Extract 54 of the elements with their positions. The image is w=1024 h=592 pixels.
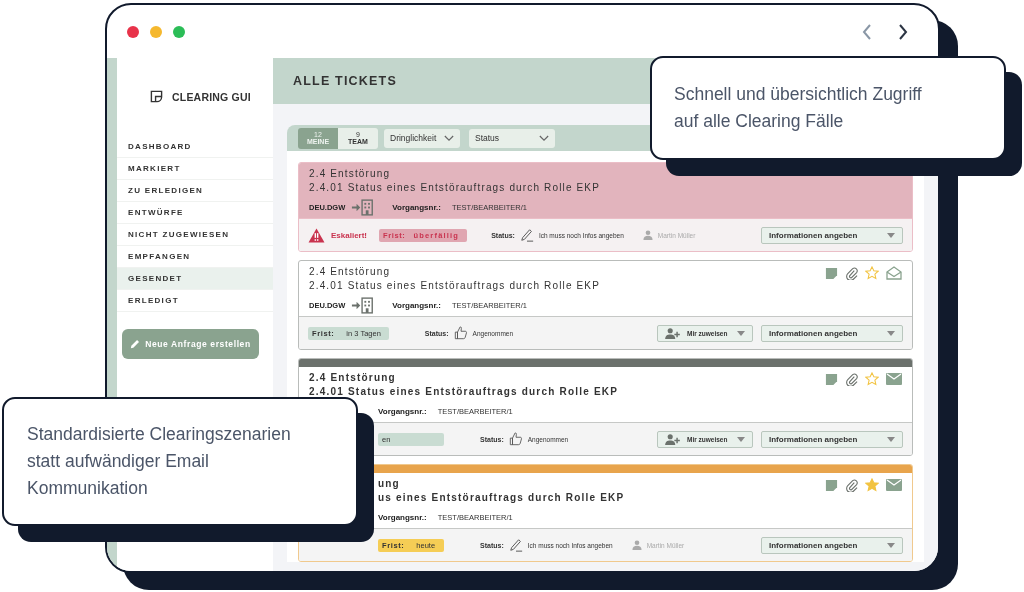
add-person-icon (665, 327, 680, 339)
logo-icon (150, 90, 163, 103)
caret-icon (887, 542, 895, 548)
ticket-card[interactable] (298, 162, 913, 252)
chevron-icon (539, 134, 549, 142)
action-dropdown[interactable]: Informationen angeben (761, 226, 903, 244)
caret-icon (887, 330, 895, 336)
thumbs-up-icon (508, 432, 523, 446)
paperclip-icon (845, 266, 858, 280)
person-icon (642, 230, 653, 240)
window-close-button[interactable] (127, 25, 139, 38)
filter-dropdown[interactable]: Dringlichkeit (384, 128, 460, 148)
ticket-category: ung (378, 478, 400, 490)
pencil-icon (508, 538, 523, 552)
add-person-icon (665, 433, 680, 445)
building-arrow-icon (351, 296, 376, 314)
building-arrow-icon (351, 198, 376, 216)
caret-icon (737, 436, 745, 442)
window-zoom-button[interactable] (173, 25, 185, 38)
paperclip-icon (845, 372, 858, 386)
ticket-subject: us eines Entstörauftrags durch Rolle EKP (378, 492, 625, 504)
ticket-category: 2.4 Entstörung (309, 372, 396, 384)
action-dropdown[interactable]: Informationen angeben (761, 536, 903, 554)
note-icon (825, 266, 838, 280)
pencil-icon (130, 339, 141, 349)
callout-text: Standardisierte Clearingszenarien statt aufwändiger Email Kommunikation (27, 423, 292, 500)
escalation-label: Eskaliert! (331, 230, 368, 240)
caret-icon (737, 330, 745, 336)
ticket-subject: 2.4.01 Status eines Entstörauftrags durch Rolle EKP (309, 182, 600, 194)
page-title: ALLE TICKETS (293, 74, 397, 88)
ticket-category: 2.4 Entstörung (309, 168, 391, 180)
person-icon (631, 540, 642, 550)
ticket-subject: 2.4.01 Status eines Entstörauftrags durch Rolle EKP (309, 280, 600, 292)
callout-text: Schnell und übersichtlich Zugriff auf alle Clearing Fälle (674, 83, 923, 133)
warning-icon (308, 227, 325, 243)
filter-dropdown[interactable]: Status (469, 128, 555, 148)
thumbs-up-icon (453, 326, 468, 340)
pencil-icon (519, 228, 534, 242)
note-icon (825, 478, 838, 492)
action-dropdown[interactable]: Informationen angeben (761, 430, 903, 448)
note-icon (825, 372, 838, 386)
ticket-category: 2.4 Entstörung (309, 266, 391, 278)
ticket-subject: 2.4.01 Status eines Entstörauftrags durch Rolle EKP (309, 386, 619, 398)
reference-label: Vorgangsnr.: (378, 512, 427, 522)
reference-label: Vorgangsnr.: (392, 300, 441, 310)
app-logo-text: CLEARING GUI (172, 90, 251, 103)
caret-icon (887, 436, 895, 442)
chevron-icon (444, 134, 454, 142)
action-dropdown[interactable]: Informationen angeben (761, 324, 903, 342)
reference-label: Vorgangsnr.: (378, 406, 427, 416)
sidebar-item[interactable]: GESENDET (117, 268, 273, 290)
caret-icon (887, 232, 895, 238)
reference-label: Vorgangsnr.: (392, 202, 441, 212)
paperclip-icon (845, 478, 858, 492)
